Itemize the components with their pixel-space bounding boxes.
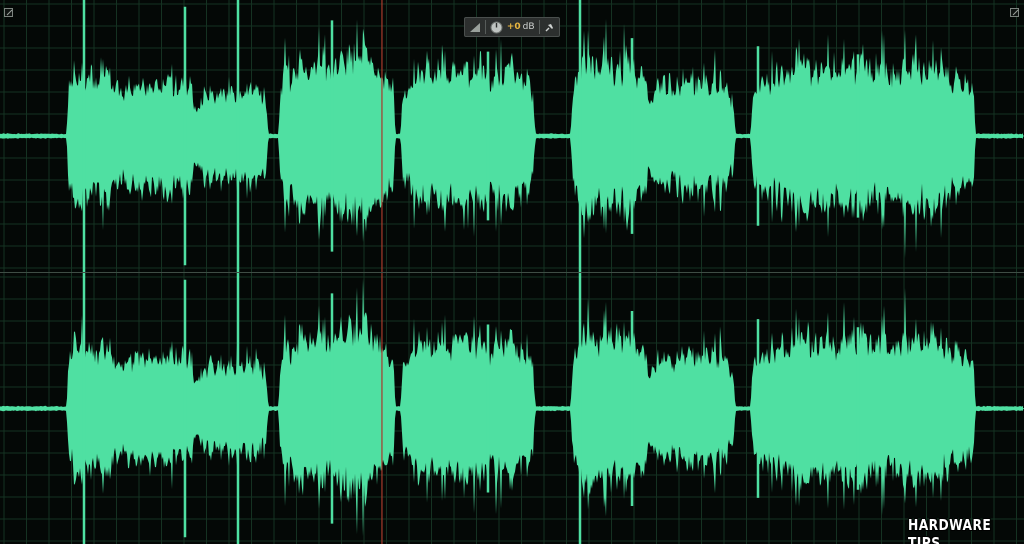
waveform-right[interactable] xyxy=(0,273,1024,544)
volume-ramp-icon[interactable] xyxy=(469,20,481,34)
waveform-body xyxy=(0,18,1023,259)
waveform-body xyxy=(0,278,1023,537)
gain-knob-icon[interactable] xyxy=(490,20,503,34)
waveform-editor[interactable]: +0 dB HARDWARE TIPS xyxy=(0,0,1024,544)
watermark: HARDWARE TIPS xyxy=(908,516,992,544)
resize-left-icon[interactable] xyxy=(4,8,13,17)
channel-left[interactable] xyxy=(0,0,1024,272)
gain-unit: dB xyxy=(522,22,535,32)
hud-separator xyxy=(485,20,486,34)
gain-value[interactable]: +0 xyxy=(507,22,521,32)
resize-right-icon[interactable] xyxy=(1010,8,1019,17)
hud-separator xyxy=(538,20,540,34)
channel-right[interactable] xyxy=(0,273,1024,544)
pin-icon[interactable] xyxy=(543,20,555,34)
hud-gain-control[interactable]: +0 dB xyxy=(464,17,560,37)
waveform-left[interactable] xyxy=(0,0,1024,272)
